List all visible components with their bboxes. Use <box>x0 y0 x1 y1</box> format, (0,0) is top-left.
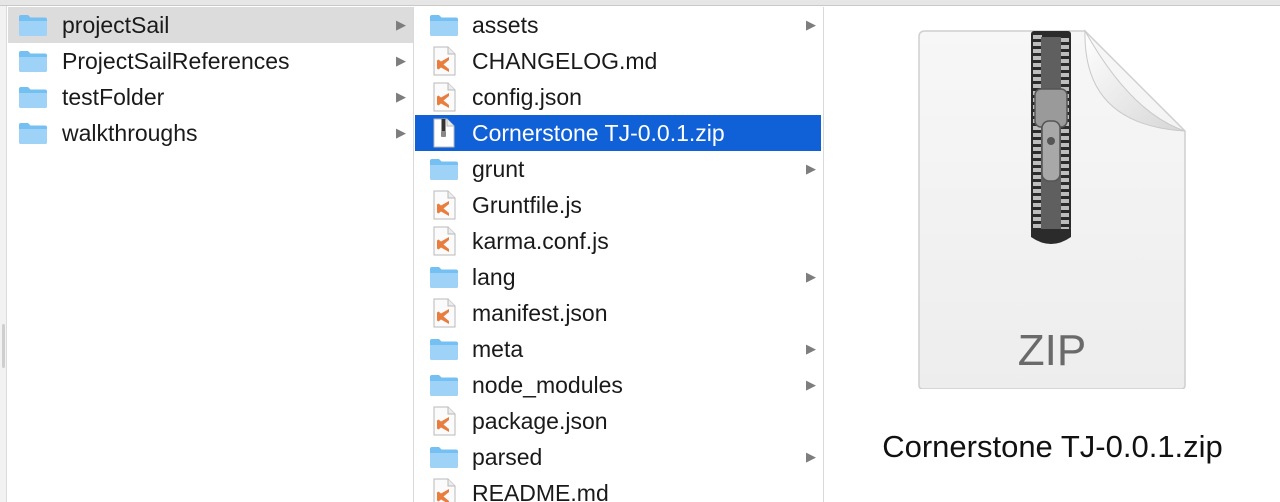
column-resize-gutter[interactable] <box>0 6 7 502</box>
folder-row[interactable]: parsed ▶ <box>415 439 823 475</box>
folder-icon <box>429 263 459 291</box>
browser-column-1[interactable]: projectSail ▶ ProjectSailReferences ▶ test… <box>8 7 414 502</box>
item-name: config.json <box>472 84 582 110</box>
chevron-right-icon: ▶ <box>396 89 406 104</box>
chevron-right-icon: ▶ <box>806 449 816 464</box>
chevron-right-icon: ▶ <box>396 17 406 32</box>
item-name: Cornerstone TJ-0.0.1.zip <box>472 120 725 146</box>
folder-icon <box>429 371 459 399</box>
zip-label-text: ZIP <box>1018 326 1086 375</box>
folder-row[interactable]: assets ▶ <box>415 7 823 43</box>
file-row[interactable]: README.md <box>415 475 823 502</box>
item-name: meta <box>472 336 524 362</box>
folder-row[interactable]: lang ▶ <box>415 259 823 295</box>
folder-icon <box>18 47 48 75</box>
file-row[interactable]: Gruntfile.js <box>415 187 823 223</box>
folder-icon <box>429 335 459 363</box>
folder-row[interactable]: node_modules ▶ <box>415 367 823 403</box>
file-row[interactable]: package.json <box>415 403 823 439</box>
preview-file-name: Cornerstone TJ-0.0.1.zip <box>882 429 1223 464</box>
item-name: Gruntfile.js <box>472 192 582 218</box>
folder-icon <box>429 11 459 39</box>
folder-icon <box>429 443 459 471</box>
vscode-file-icon <box>429 46 459 76</box>
chevron-right-icon: ▶ <box>806 17 816 32</box>
item-name: grunt <box>472 156 525 182</box>
chevron-right-icon: ▶ <box>806 341 816 356</box>
item-name: karma.conf.js <box>472 228 609 254</box>
item-name: CHANGELOG.md <box>472 48 658 74</box>
item-name: node_modules <box>472 372 623 398</box>
file-row[interactable]: config.json <box>415 79 823 115</box>
vscode-file-icon <box>429 190 459 220</box>
vscode-file-icon <box>429 298 459 328</box>
folder-row[interactable]: testFolder ▶ <box>8 79 413 115</box>
folder-row[interactable]: walkthroughs ▶ <box>8 115 413 151</box>
vscode-file-icon <box>429 406 459 436</box>
vscode-file-icon <box>429 478 459 502</box>
file-row[interactable]: Cornerstone TJ-0.0.1.zip <box>415 115 821 151</box>
chevron-right-icon: ▶ <box>806 161 816 176</box>
file-row[interactable]: karma.conf.js <box>415 223 823 259</box>
folder-icon <box>18 119 48 147</box>
item-name: lang <box>472 264 516 290</box>
item-name: manifest.json <box>472 300 608 326</box>
item-name: assets <box>472 12 539 38</box>
folder-row[interactable]: ProjectSailReferences ▶ <box>8 43 413 79</box>
resize-grip[interactable] <box>2 324 5 368</box>
zip-document-preview-icon: ZIP <box>918 29 1186 389</box>
chevron-right-icon: ▶ <box>396 125 406 140</box>
chevron-right-icon: ▶ <box>396 53 406 68</box>
folder-icon <box>18 11 48 39</box>
chevron-right-icon: ▶ <box>806 377 816 392</box>
vscode-file-icon <box>429 82 459 112</box>
preview-pane: ZIP Cornerstone TJ-0.0.1.zip <box>825 7 1280 502</box>
chevron-right-icon: ▶ <box>806 269 816 284</box>
item-name: parsed <box>472 444 543 470</box>
item-name: README.md <box>472 480 609 502</box>
folder-row[interactable]: grunt ▶ <box>415 151 823 187</box>
file-row[interactable]: manifest.json <box>415 295 823 331</box>
folder-row[interactable]: projectSail ▶ <box>8 7 413 43</box>
folder-icon <box>18 83 48 111</box>
zip-file-icon <box>429 118 459 148</box>
item-name: projectSail <box>62 12 170 38</box>
folder-icon <box>429 155 459 183</box>
browser-column-2[interactable]: assets ▶ CHANGELOG.md config.json Corners… <box>415 7 824 502</box>
item-name: package.json <box>472 408 608 434</box>
item-name: ProjectSailReferences <box>62 48 290 74</box>
folder-row[interactable]: meta ▶ <box>415 331 823 367</box>
item-name: walkthroughs <box>62 120 198 146</box>
vscode-file-icon <box>429 226 459 256</box>
window-top-edge <box>0 0 1280 6</box>
file-row[interactable]: CHANGELOG.md <box>415 43 823 79</box>
item-name: testFolder <box>62 84 165 110</box>
